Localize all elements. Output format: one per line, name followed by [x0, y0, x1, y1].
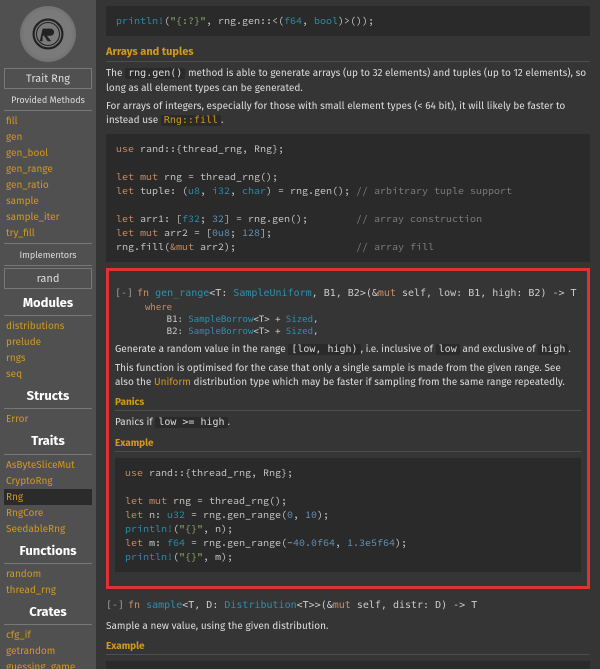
sidebar-method-gen_ratio[interactable]: gen_ratio [4, 177, 92, 193]
sidebar-method-sample_iter[interactable]: sample_iter [4, 209, 92, 225]
code-block-1: use rand::{thread_rng, Rng}; let mut rng… [106, 134, 590, 262]
sidebar-mod-rngs[interactable]: rngs [4, 350, 92, 366]
sidebar-method-gen_bool[interactable]: gen_bool [4, 145, 92, 161]
sidebar-method-gen_range[interactable]: gen_range [4, 161, 92, 177]
modules-heading: Modules [4, 295, 92, 313]
sidebar-mod-distributions[interactable]: distributions [4, 318, 92, 334]
method-sample: [-] fn sample<T, D: Distribution<T>>(&mu… [106, 597, 590, 669]
sidebar-trait-rngcore[interactable]: RngCore [4, 505, 92, 521]
implementors-heading[interactable]: Implementors [4, 250, 92, 263]
panics-text: Panics if low >= high. [115, 415, 581, 430]
sidebar-fn-thread_rng[interactable]: thread_rng [4, 582, 92, 598]
code-block-2: use rand::{thread_rng, Rng}; let mut rng… [115, 458, 581, 572]
arrays-tuples-heading: Arrays and tuples [106, 44, 590, 62]
crates-heading: Crates [4, 604, 92, 622]
rust-logo-icon[interactable] [20, 6, 76, 62]
crate-title-box: rand [4, 268, 92, 289]
uniform-link[interactable]: Uniform [154, 376, 191, 388]
provided-methods-heading: Provided Methods [4, 95, 92, 108]
gen-range-desc: Generate a random value in the range [lo… [115, 342, 581, 357]
code-block-0: println!("{:?}", rng.gen::<(f64, bool)>(… [106, 6, 590, 36]
sidebar-mod-seq[interactable]: seq [4, 366, 92, 382]
traits-heading: Traits [4, 433, 92, 451]
fn-sample[interactable]: sample [146, 600, 182, 611]
collapse-toggle-icon[interactable]: [-] [115, 287, 131, 301]
sidebar-trait-cryptorng[interactable]: CryptoRng [4, 473, 92, 489]
structs-heading: Structs [4, 388, 92, 406]
sidebar-crate-getrandom[interactable]: getrandom [4, 643, 92, 659]
panics-heading: Panics [115, 395, 581, 411]
arrays-tuples-p1: The rng.gen() method is able to generate… [106, 66, 590, 95]
sidebar-crate-guessing_game[interactable]: guessing_game [4, 659, 92, 669]
trait-title-box: Trait Rng [4, 68, 92, 89]
sidebar-method-sample[interactable]: sample [4, 193, 92, 209]
fn-gen_range[interactable]: gen_range [155, 288, 209, 299]
rng-fill-link[interactable]: Rng::fill [161, 115, 221, 126]
functions-heading: Functions [4, 543, 92, 561]
sidebar-fn-random[interactable]: random [4, 566, 92, 582]
sidebar-trait-rng[interactable]: Rng [4, 489, 92, 505]
main-content: println!("{:?}", rng.gen::<(f64, bool)>(… [96, 0, 600, 669]
sidebar-crate-cfg_if[interactable]: cfg_if [4, 627, 92, 643]
sidebar: Trait Rng Provided Methods fill gen gen_… [0, 0, 96, 669]
sidebar-mod-prelude[interactable]: prelude [4, 334, 92, 350]
sidebar-struct-error[interactable]: Error [4, 411, 92, 427]
collapse-toggle-icon[interactable]: [-] [106, 599, 122, 613]
gen-range-desc2: This function is optimised for the case … [115, 361, 581, 389]
sidebar-trait-seedablerng[interactable]: SeedableRng [4, 521, 92, 537]
sidebar-method-fill[interactable]: fill [4, 113, 92, 129]
arrays-tuples-p2: For arrays of integers, especially for t… [106, 99, 590, 128]
example-heading-2: Example [106, 639, 590, 655]
example-heading-1: Example [115, 436, 581, 452]
sidebar-method-try_fill[interactable]: try_fill [4, 225, 92, 241]
code-block-3: use rand::{thread_rng, Rng}; use rand::d… [106, 661, 590, 669]
sidebar-trait-asbyteslicemut[interactable]: AsByteSliceMut [4, 457, 92, 473]
method-gen_range: [-] fn gen_range<T: SampleUniform, B1, B… [115, 285, 581, 572]
sample-desc: Sample a new value, using the given dist… [106, 619, 590, 633]
gen-range-highlight: [-] fn gen_range<T: SampleUniform, B1, B… [106, 268, 590, 589]
sidebar-method-gen[interactable]: gen [4, 129, 92, 145]
